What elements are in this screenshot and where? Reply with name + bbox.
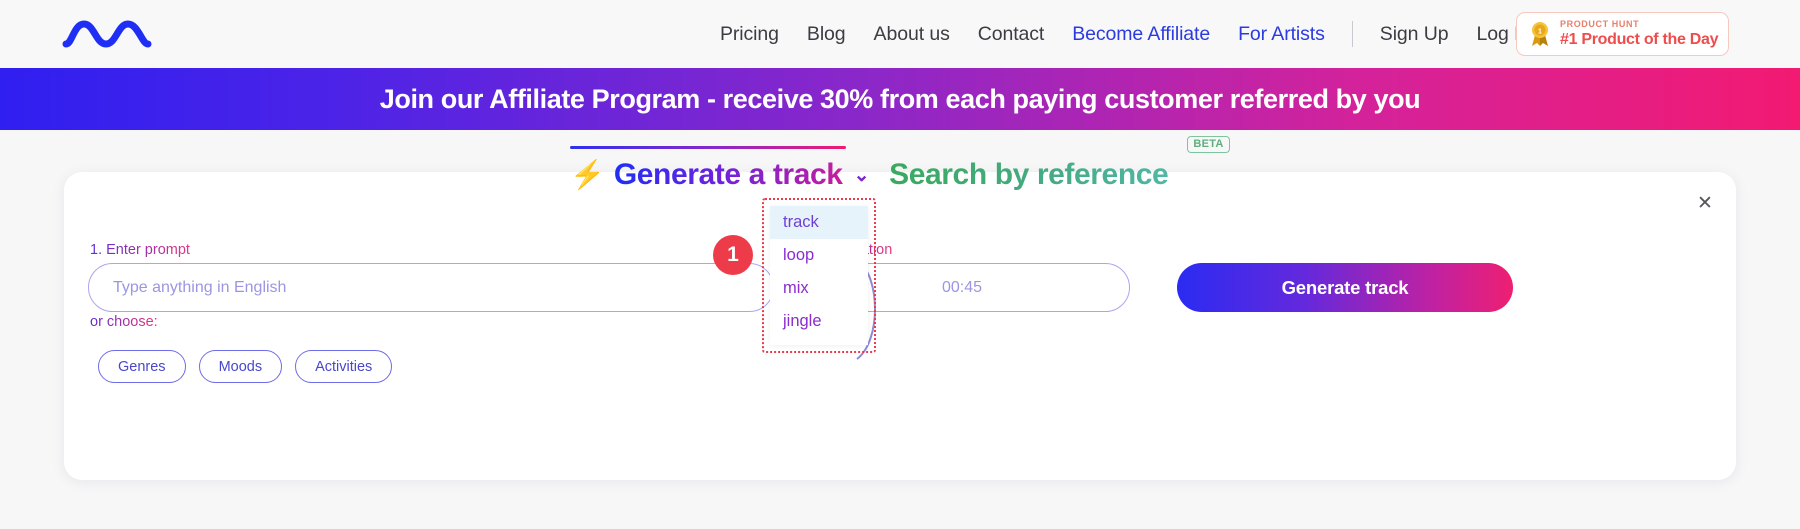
- dropdown-item-jingle[interactable]: jingle: [770, 305, 868, 338]
- nav-item-for-artists[interactable]: For Artists: [1224, 23, 1339, 46]
- lightning-bolt-icon: ⚡: [570, 159, 605, 190]
- nav-item-contact[interactable]: Contact: [964, 23, 1059, 46]
- generate-track-button[interactable]: Generate track: [1177, 263, 1513, 312]
- active-tab-underline: [570, 146, 847, 149]
- tab-generate-label: Generate a track: [613, 158, 843, 191]
- chip-activities[interactable]: Activities: [295, 350, 393, 383]
- tab-search-label: Search by reference: [889, 158, 1169, 191]
- main-nav: Pricing Blog About us Contact Become Aff…: [706, 0, 1544, 68]
- tab-generate-a-track[interactable]: ⚡ Generate a track ⌄: [570, 146, 870, 192]
- nav-item-about-us[interactable]: About us: [860, 23, 964, 46]
- dropdown-item-loop[interactable]: loop: [770, 239, 868, 272]
- category-chips: Genres Moods Activities: [98, 350, 393, 383]
- sign-up-link[interactable]: Sign Up: [1366, 23, 1463, 46]
- product-hunt-title: #1 Product of the Day: [1560, 31, 1719, 48]
- svg-text:1: 1: [1538, 29, 1542, 36]
- prompt-input[interactable]: [88, 263, 774, 312]
- annotation-step-badge: 1: [713, 235, 753, 275]
- chip-genres[interactable]: Genres: [98, 350, 186, 383]
- prompt-step-label: 1. Enter prompt: [90, 242, 190, 258]
- tab-search-by-reference[interactable]: Search by reference BETA: [889, 136, 1230, 198]
- nav-divider: [1351, 21, 1353, 47]
- nav-item-blog[interactable]: Blog: [793, 23, 860, 46]
- nav-item-pricing[interactable]: Pricing: [706, 23, 793, 46]
- wave-logo[interactable]: [62, 14, 152, 54]
- product-hunt-badge[interactable]: 1 PRODUCT HUNT #1 Product of the Day: [1516, 12, 1729, 56]
- affiliate-banner[interactable]: Join our Affiliate Program - receive 30%…: [0, 68, 1800, 130]
- dropdown-item-track[interactable]: track: [770, 206, 868, 239]
- medal-icon: 1: [1528, 21, 1552, 47]
- chevron-down-icon[interactable]: ⌄: [854, 164, 870, 187]
- chip-moods[interactable]: Moods: [198, 350, 283, 383]
- track-type-dropdown[interactable]: track loop mix jingle: [770, 206, 868, 345]
- generator-card: ✕ ⚡ Generate a track ⌄ Search by referen…: [64, 136, 1736, 480]
- nav-item-become-affiliate[interactable]: Become Affiliate: [1058, 23, 1224, 46]
- affiliate-banner-text: Join our Affiliate Program - receive 30%…: [379, 83, 1421, 114]
- product-hunt-kicker: PRODUCT HUNT: [1560, 19, 1640, 29]
- beta-badge: BETA: [1187, 136, 1230, 153]
- site-header: Pricing Blog About us Contact Become Aff…: [0, 0, 1800, 68]
- card-tabs: ⚡ Generate a track ⌄ Search by reference…: [64, 136, 1736, 198]
- or-choose-label: or choose:: [90, 314, 158, 330]
- dropdown-item-mix[interactable]: mix: [770, 272, 868, 305]
